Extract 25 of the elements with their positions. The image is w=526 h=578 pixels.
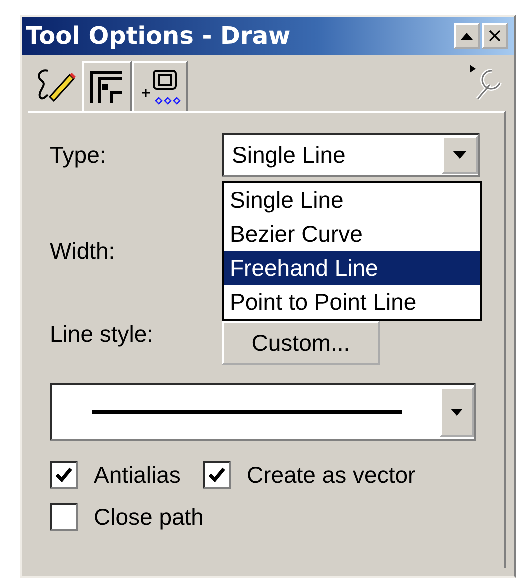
line-style-dropdown[interactable]: [50, 383, 476, 441]
collapse-button[interactable]: [454, 23, 480, 49]
checkbox[interactable]: [50, 503, 78, 531]
width-label: Width:: [50, 238, 116, 264]
custom-button[interactable]: Custom...: [222, 321, 380, 365]
close-icon: [488, 29, 502, 43]
dropdown-option[interactable]: Point to Point Line: [224, 285, 480, 319]
line-style-label: Line style:: [50, 320, 155, 348]
window-title: Tool Options - Draw: [26, 22, 292, 50]
up-triangle-icon: [460, 31, 474, 41]
checkbox-label: Create as vector: [246, 462, 416, 488]
dropdown-option[interactable]: Single Line: [224, 183, 480, 217]
tab[interactable]: [132, 61, 188, 111]
checkbox-label: Close path: [94, 504, 204, 530]
dropdown-option[interactable]: Freehand Line: [224, 251, 480, 285]
checkbox-label: Antialias: [94, 462, 181, 488]
type-dropdown[interactable]: Single Line: [222, 133, 480, 177]
dropdown-option[interactable]: Bezier Curve: [224, 217, 480, 251]
checkmark-icon: [206, 466, 227, 484]
close-button[interactable]: [482, 23, 508, 49]
type-label: Type:: [50, 142, 108, 168]
checkmark-icon: [54, 466, 74, 484]
checkbox[interactable]: [50, 461, 78, 489]
tab[interactable]: [82, 61, 132, 111]
checkbox[interactable]: [202, 461, 231, 489]
